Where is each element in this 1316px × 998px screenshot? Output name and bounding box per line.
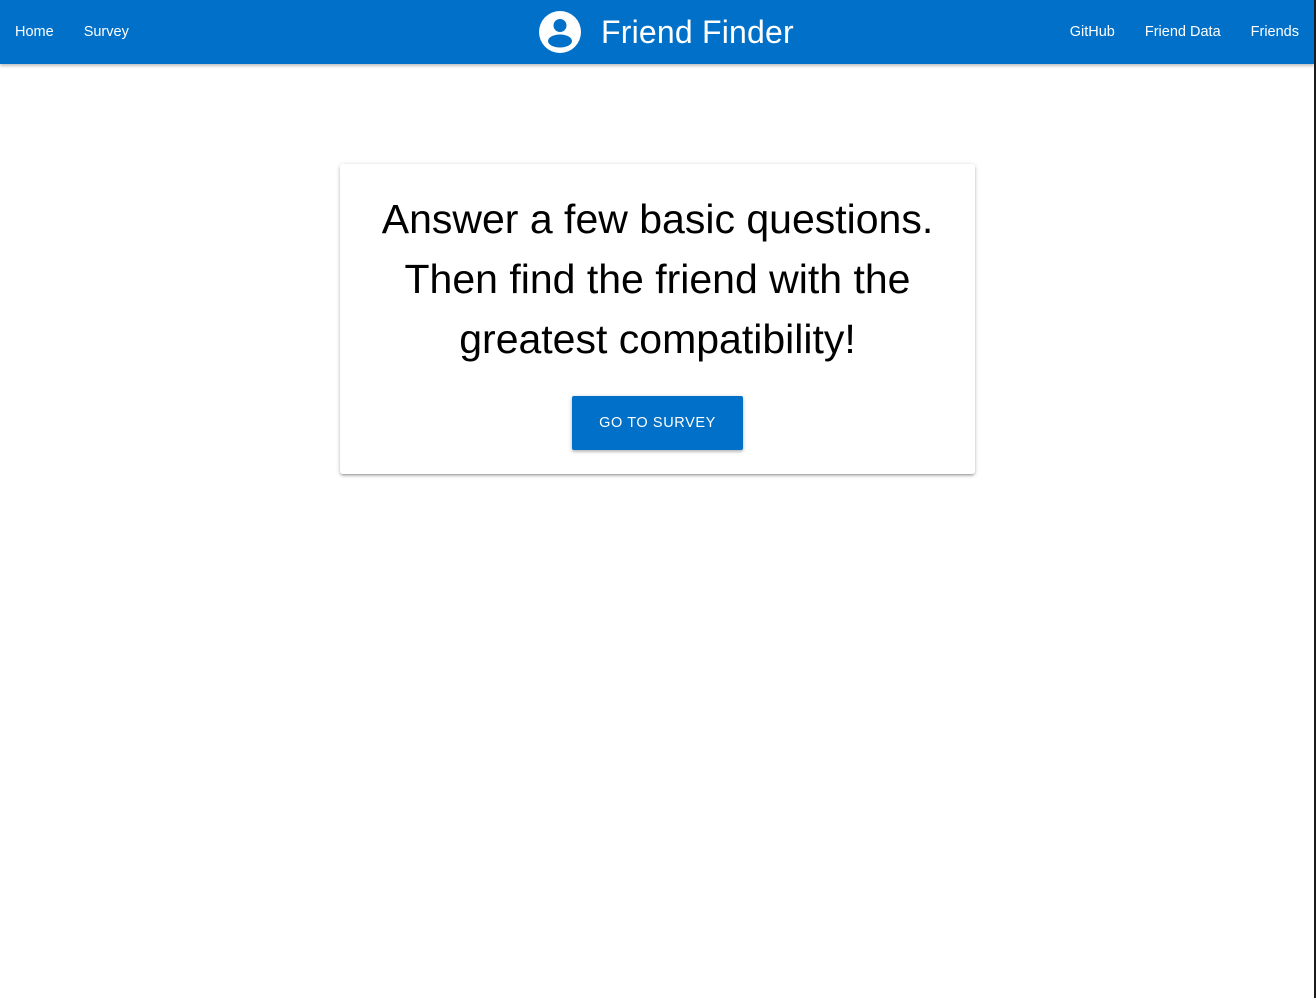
brand-logo-link[interactable]: Friend Finder (538, 0, 794, 64)
brand-title: Friend Finder (601, 13, 794, 50)
hero-line: Then find the friend with the (404, 256, 911, 302)
nav-link-home[interactable]: Home (0, 0, 69, 64)
nav-link-friend-data[interactable]: Friend Data (1130, 0, 1236, 64)
hero-line: Answer a few basic questions. (381, 196, 934, 242)
top-navbar: Home Survey Friend Finder GitHub Friend … (0, 0, 1314, 64)
go-to-survey-button[interactable]: GO TO SURVEY (572, 396, 743, 450)
hero-line: greatest compatibility! (459, 316, 856, 362)
account-circle-icon (539, 11, 581, 53)
hero-card: Answer a few basic questions. Then find … (340, 164, 975, 474)
nav-right-links: GitHub Friend Data Friends (1055, 0, 1314, 64)
hero-headline: Answer a few basic questions. Then find … (340, 164, 975, 369)
nav-left-links: Home Survey (0, 0, 144, 64)
nav-link-github[interactable]: GitHub (1055, 0, 1130, 64)
nav-link-survey[interactable]: Survey (69, 0, 144, 64)
page: Home Survey Friend Finder GitHub Friend … (0, 0, 1316, 998)
nav-link-friends[interactable]: Friends (1236, 0, 1314, 64)
